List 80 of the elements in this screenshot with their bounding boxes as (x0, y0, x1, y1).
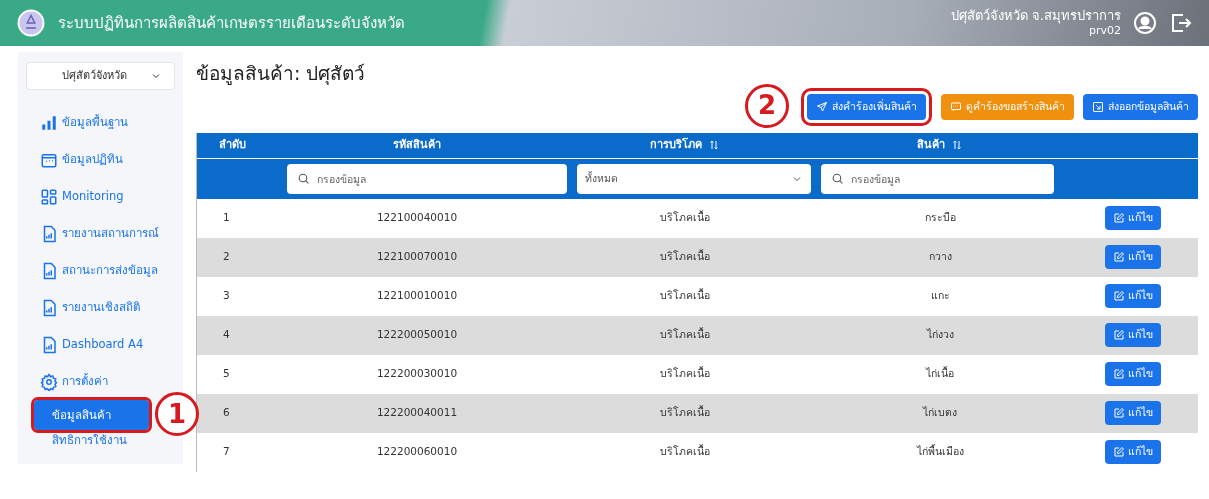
edit-icon (1113, 251, 1125, 264)
column-header: รหัสสินค้า (393, 137, 441, 153)
table-cell: บริโภคเนื้อ (659, 328, 710, 341)
table-cell: 4 (223, 328, 230, 341)
message-icon (950, 100, 962, 113)
submenu-item[interactable]: ข้อมูลสินค้า (34, 400, 149, 430)
callout-number: 2 (745, 83, 789, 128)
edit-button[interactable]: แก้ไข (1105, 401, 1161, 426)
column-header: ลำดับ (219, 137, 246, 153)
sidebar-item[interactable]: สถานะการส่งข้อมูล (18, 252, 183, 289)
edit-button[interactable]: แก้ไข (1105, 362, 1161, 387)
table-cell: ไก่เนื้อ (926, 367, 955, 380)
table-cell: บริโภคเนื้อ (659, 289, 710, 302)
table-cell: กระบือ (924, 211, 956, 224)
table-cell: 122200030010 (376, 367, 458, 380)
bar-chart-icon (40, 113, 58, 132)
consumption-dropdown[interactable]: ทั้งหมด (577, 163, 811, 194)
edit-button[interactable]: แก้ไข (1105, 206, 1161, 231)
emblem-icon (16, 8, 46, 38)
edit-button[interactable]: แก้ไข (1105, 440, 1161, 465)
table-cell: 3 (223, 289, 230, 302)
table-cell: กวาง (928, 250, 952, 263)
user-id: prv02 (1089, 24, 1121, 38)
sidebar-item[interactable]: ข้อมูลปฏิทิน (18, 141, 183, 178)
table-cell: บริโภคเนื้อ (659, 367, 710, 380)
edit-button[interactable]: แก้ไข (1105, 284, 1161, 309)
category-dropdown[interactable]: ปศุสัตว์จังหวัด (26, 62, 175, 90)
action-button[interactable]: ดูคำร้องขอสร้างสินค้า (941, 93, 1074, 120)
edit-icon (1113, 407, 1125, 420)
table-cell: บริโภคเนื้อ (659, 211, 710, 224)
table-cell: 1 (223, 211, 230, 224)
table-cell: 122200050010 (376, 328, 458, 341)
table-cell: 122100010010 (376, 289, 458, 302)
send-icon (816, 100, 828, 113)
table-cell: 122100040010 (376, 211, 458, 224)
grid-icon (40, 187, 58, 206)
app-title: ระบบปฏิทินการผลิตสินค้าเกษตรรายเดือนระดับจังหวัด (58, 12, 405, 34)
logout-button[interactable] (1169, 11, 1193, 35)
table-cell: ไก่พื้นเมือง (916, 445, 964, 458)
filter-field[interactable]: กรองข้อมูล (820, 163, 1054, 194)
table-cell: 122200040011 (376, 406, 458, 419)
table-cell: 122200060010 (376, 445, 458, 458)
sidebar-item[interactable]: รายงานสถานการณ์ (18, 215, 183, 252)
table-cell: ไก่เบตง (923, 406, 958, 419)
callout-number: 1 (155, 392, 199, 436)
sidebar-item[interactable]: รายงานเชิงสถิติ (18, 289, 183, 326)
table-cell: บริโภคเนื้อ (659, 406, 710, 419)
edit-button[interactable]: แก้ไข (1105, 323, 1161, 348)
table-cell: 122100070010 (376, 250, 458, 263)
edit-icon (1113, 446, 1125, 459)
table-cell: บริโภคเนื้อ (659, 250, 710, 263)
edit-icon (1113, 290, 1125, 303)
export-icon (1092, 100, 1104, 113)
edit-button[interactable]: แก้ไข (1105, 245, 1161, 270)
search-icon (830, 172, 844, 186)
table-cell: บริโภคเนื้อ (659, 445, 710, 458)
filter-field[interactable]: กรองข้อมูล (287, 163, 567, 194)
gear-icon (40, 372, 58, 391)
edit-icon (1113, 212, 1125, 225)
sort-icon (951, 139, 964, 152)
edit-icon (1113, 329, 1125, 342)
table-cell: 5 (223, 367, 230, 380)
table-cell: 2 (223, 250, 230, 263)
sidebar-item[interactable]: Monitoring (18, 178, 183, 215)
table-cell: แกะ (930, 289, 950, 302)
user-icon (1133, 11, 1157, 35)
edit-icon (1113, 368, 1125, 381)
table-cell: 7 (223, 445, 230, 458)
page-title: ข้อมูลสินค้า: ปศุสัตว์ (196, 62, 367, 86)
sidebar-item[interactable]: Dashboard A4 (18, 326, 183, 363)
column-header[interactable]: การบริโภค (649, 137, 702, 154)
user-name: ปศุสัตว์จังหวัด จ.สมุทรปราการ (950, 8, 1121, 25)
sidebar-item[interactable]: ข้อมูลพื้นฐาน (18, 104, 183, 141)
action-button[interactable]: ส่งออกข้อมูลสินค้า (1083, 93, 1198, 120)
search-icon (297, 172, 310, 186)
profile-button[interactable] (1133, 11, 1157, 35)
logout-icon (1169, 11, 1193, 35)
table-cell: 6 (223, 406, 230, 419)
column-header[interactable]: สินค้า (917, 137, 946, 154)
table-cell: ไก่งวง (926, 328, 954, 341)
